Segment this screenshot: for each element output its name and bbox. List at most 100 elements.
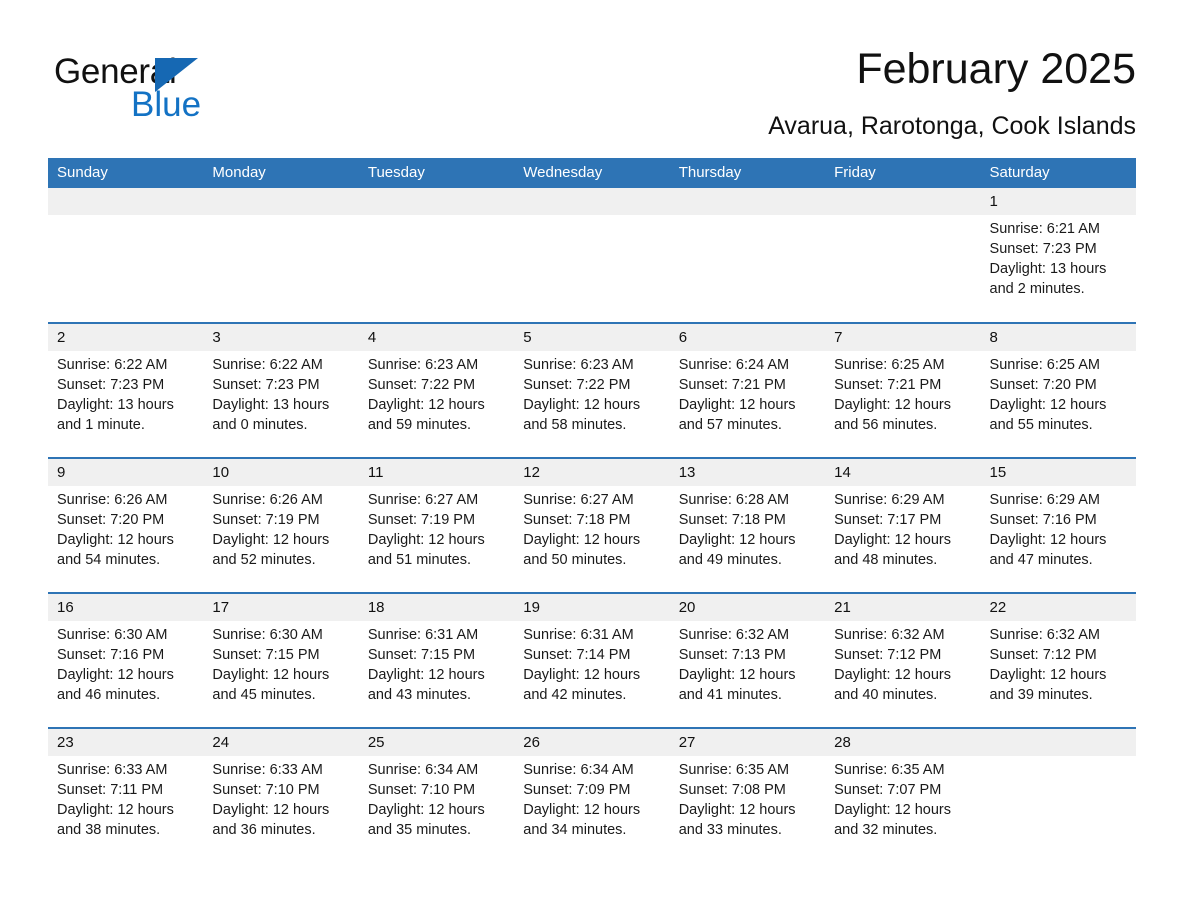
day-number: 10 [203,459,359,486]
day-number: 2 [48,324,204,351]
day-number: 28 [825,729,981,756]
day-sun-info: Sunrise: 6:27 AM Sunset: 7:18 PM Daylight:… [514,486,669,570]
weekday-header-row: Sunday Monday Tuesday Wednesday Thursday… [48,158,1136,188]
sunset-text: Sunset: 7:16 PM [57,647,165,663]
sunset-text: Sunset: 7:16 PM [989,512,1097,528]
daylight-text: Daylight: 12 hours and 36 minutes. [212,802,330,838]
sunrise-text: Sunrise: 6:26 AM [57,492,168,508]
sunset-text: Sunset: 7:10 PM [367,782,476,798]
calendar-day-cell[interactable]: 17 Sunrise: 6:30 AM Sunset: 7:15 PM Dayligh… [203,592,359,728]
calendar-day-cell[interactable]: 6 Sunrise: 6:24 AM Sunset: 7:21 PM Daylight… [669,322,826,458]
daylight-text: Daylight: 12 hours and 59 minutes. [367,397,485,433]
calendar-day-cell[interactable]: 18 Sunrise: 6:31 AM Sunset: 7:15 PM Dayligh… [358,592,515,728]
sunrise-text: Sunrise: 6:30 AM [57,627,168,643]
calendar-day-cell[interactable]: 13 Sunrise: 6:28 AM Sunset: 7:18 PM Dayligh… [669,457,826,593]
sunset-text: Sunset: 7:17 PM [834,512,942,528]
calendar-week-row: 2 Sunrise: 6:22 AM Sunset: 7:23 PM Daylight… [48,322,1136,458]
calendar-day-cell-empty [203,188,359,323]
calendar-day-cell[interactable]: 27 Sunrise: 6:35 AM Sunset: 7:08 PM Dayligh… [669,727,826,863]
sunset-text: Sunset: 7:12 PM [989,647,1097,663]
day-number: 12 [514,459,670,486]
sunrise-text: Sunrise: 6:22 AM [57,357,168,373]
day-sun-info: Sunrise: 6:28 AM Sunset: 7:18 PM Daylight:… [670,486,825,570]
sunset-text: Sunset: 7:23 PM [989,241,1097,257]
sunrise-text: Sunrise: 6:27 AM [523,492,634,508]
calendar-day-cell[interactable]: 1 Sunrise: 6:21 AM Sunset: 7:23 PM Daylight… [980,188,1136,323]
calendar-day-cell[interactable]: 9 Sunrise: 6:26 AM Sunset: 7:20 PM Daylight… [48,457,204,593]
generalblue-logo[interactable]: General Blue [54,52,284,132]
daylight-text: Daylight: 12 hours and 38 minutes. [57,802,174,838]
calendar-day-cell[interactable]: 3 Sunrise: 6:22 AM Sunset: 7:23 PM Daylight… [203,322,359,458]
sunset-text: Sunset: 7:19 PM [212,512,320,528]
calendar-day-cell[interactable]: 10 Sunrise: 6:26 AM Sunset: 7:19 PM Dayligh… [203,457,359,593]
day-number [514,188,670,215]
sunset-text: Sunset: 7:21 PM [834,377,942,393]
day-sun-info: Sunrise: 6:34 AM Sunset: 7:10 PM Daylight:… [359,756,514,840]
calendar-day-cell[interactable]: 21 Sunrise: 6:32 AM Sunset: 7:12 PM Dayligh… [825,592,981,728]
sunrise-text: Sunrise: 6:25 AM [834,357,945,373]
day-number [825,188,981,215]
daylight-text: Daylight: 13 hours and 0 minutes. [212,397,330,433]
page-subtitle: Avarua, Rarotonga, Cook Islands [768,112,1136,140]
day-sun-info: Sunrise: 6:30 AM Sunset: 7:16 PM Daylight:… [48,621,203,705]
day-sun-info: Sunrise: 6:31 AM Sunset: 7:14 PM Daylight:… [514,621,669,705]
sunrise-text: Sunrise: 6:23 AM [523,357,634,373]
calendar-day-cell[interactable]: 8 Sunrise: 6:25 AM Sunset: 7:20 PM Daylight… [980,322,1136,458]
day-sun-info: Sunrise: 6:22 AM Sunset: 7:23 PM Daylight:… [48,351,203,435]
sunset-text: Sunset: 7:23 PM [212,377,320,393]
sunset-text: Sunset: 7:09 PM [523,782,631,798]
sunset-text: Sunset: 7:13 PM [678,647,786,663]
day-number [980,729,1136,756]
daylight-text: Daylight: 12 hours and 41 minutes. [678,667,796,703]
sunrise-text: Sunrise: 6:23 AM [367,357,479,373]
calendar-table: Sunday Monday Tuesday Wednesday Thursday… [48,158,1136,863]
calendar-day-cell[interactable]: 28 Sunrise: 6:35 AM Sunset: 7:07 PM Dayligh… [825,727,981,863]
calendar-day-cell-empty [980,727,1136,863]
calendar-day-cell[interactable]: 11 Sunrise: 6:27 AM Sunset: 7:19 PM Dayligh… [358,457,515,593]
calendar-day-cell[interactable]: 15 Sunrise: 6:29 AM Sunset: 7:16 PM Dayligh… [980,457,1136,593]
day-sun-info: Sunrise: 6:33 AM Sunset: 7:11 PM Daylight:… [48,756,203,840]
day-sun-info: Sunrise: 6:26 AM Sunset: 7:19 PM Daylight:… [203,486,358,570]
calendar-day-cell[interactable]: 14 Sunrise: 6:29 AM Sunset: 7:17 PM Dayligh… [825,457,981,593]
calendar-day-cell[interactable]: 19 Sunrise: 6:31 AM Sunset: 7:14 PM Dayligh… [514,592,670,728]
calendar-day-cell[interactable]: 7 Sunrise: 6:25 AM Sunset: 7:21 PM Daylight… [825,322,981,458]
day-sun-info: Sunrise: 6:32 AM Sunset: 7:12 PM Daylight:… [981,621,1136,705]
day-number: 16 [48,594,204,621]
calendar-day-cell[interactable]: 16 Sunrise: 6:30 AM Sunset: 7:16 PM Dayligh… [48,592,204,728]
daylight-text: Daylight: 12 hours and 33 minutes. [678,802,796,838]
calendar-day-cell[interactable]: 24 Sunrise: 6:33 AM Sunset: 7:10 PM Dayligh… [203,727,359,863]
calendar-day-cell[interactable]: 2 Sunrise: 6:22 AM Sunset: 7:23 PM Daylight… [48,322,204,458]
day-sun-info: Sunrise: 6:23 AM Sunset: 7:22 PM Daylight:… [514,351,669,435]
weekday-header-monday: Monday [203,158,359,188]
daylight-text: Daylight: 12 hours and 32 minutes. [834,802,951,838]
sunset-text: Sunset: 7:07 PM [834,782,942,798]
sunset-text: Sunset: 7:18 PM [523,512,631,528]
sunrise-text: Sunrise: 6:30 AM [212,627,323,643]
calendar-day-cell[interactable]: 20 Sunrise: 6:32 AM Sunset: 7:13 PM Dayligh… [669,592,826,728]
sunrise-text: Sunrise: 6:33 AM [57,762,168,778]
day-sun-info: Sunrise: 6:25 AM Sunset: 7:20 PM Daylight:… [981,351,1136,435]
calendar-day-cell[interactable]: 26 Sunrise: 6:34 AM Sunset: 7:09 PM Dayligh… [514,727,670,863]
day-sun-info: Sunrise: 6:35 AM Sunset: 7:08 PM Daylight:… [670,756,825,840]
daylight-text: Daylight: 12 hours and 39 minutes. [989,667,1107,703]
day-number: 26 [514,729,670,756]
weekday-header-saturday: Saturday [980,158,1136,188]
day-number [48,188,204,215]
calendar-day-cell[interactable]: 22 Sunrise: 6:32 AM Sunset: 7:12 PM Dayligh… [980,592,1136,728]
day-number: 25 [358,729,515,756]
calendar-day-cell[interactable]: 23 Sunrise: 6:33 AM Sunset: 7:11 PM Dayligh… [48,727,204,863]
sunset-text: Sunset: 7:14 PM [523,647,631,663]
calendar-day-cell[interactable]: 4 Sunrise: 6:23 AM Sunset: 7:22 PM Daylight… [358,322,515,458]
day-number: 13 [669,459,826,486]
calendar-page: General Blue February 2025 Avarua, Rarot… [0,0,1188,918]
weekday-header-thursday: Thursday [669,158,826,188]
sunset-text: Sunset: 7:19 PM [367,512,476,528]
day-number: 19 [514,594,670,621]
calendar-day-cell[interactable]: 12 Sunrise: 6:27 AM Sunset: 7:18 PM Dayligh… [514,457,670,593]
calendar-day-cell[interactable]: 25 Sunrise: 6:34 AM Sunset: 7:10 PM Dayligh… [358,727,515,863]
sunset-text: Sunset: 7:21 PM [678,377,786,393]
calendar-body: 1 Sunrise: 6:21 AM Sunset: 7:23 PM Daylight… [48,188,1136,863]
calendar-day-cell[interactable]: 5 Sunrise: 6:23 AM Sunset: 7:22 PM Daylight… [514,322,670,458]
sunrise-text: Sunrise: 6:35 AM [834,762,945,778]
day-number: 24 [203,729,359,756]
